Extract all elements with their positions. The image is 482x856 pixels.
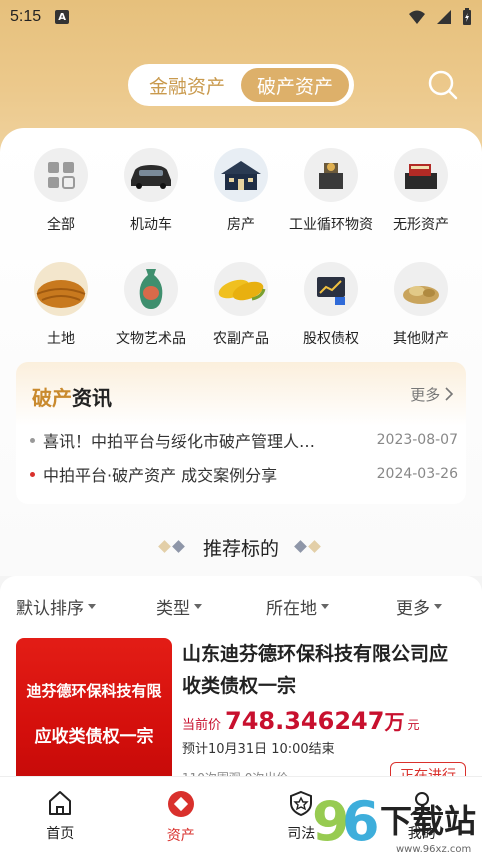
- corn-icon: [214, 262, 268, 316]
- industrial-goods-icon: [304, 148, 358, 202]
- listing-title[interactable]: 山东迪芬德环保科技有限公司应收类债权一宗: [182, 638, 452, 702]
- category-all[interactable]: 全部: [16, 148, 106, 234]
- equity-chart-icon: [304, 262, 358, 316]
- recommend-title: 推荐标的: [202, 537, 279, 560]
- caret-down-icon: [434, 604, 442, 609]
- grid-icon: [34, 148, 88, 202]
- news-item[interactable]: 中拍平台·破产资产 成交案例分享 2024-03-26: [30, 462, 458, 486]
- intangible-assets-icon: [394, 148, 448, 202]
- status-bar: 5:15 A: [0, 0, 482, 34]
- category-land[interactable]: 土地: [16, 262, 106, 348]
- caret-down-icon: [88, 604, 96, 609]
- category-artwork[interactable]: 文物艺术品: [106, 262, 196, 348]
- other-property-icon: [394, 262, 448, 316]
- asset-icon: [167, 791, 194, 817]
- site-watermark: 9 6 下载站 www.96xz.com: [312, 790, 476, 855]
- chevron-right-icon: [445, 387, 454, 401]
- listing-section: 默认排序 类型 所在地 更多 迪芬德环保科技有限 应收类债权一宗 山东迪芬德环保…: [0, 576, 482, 788]
- category-industrial[interactable]: 工业循环物资: [286, 148, 376, 234]
- filter-bar: 默认排序 类型 所在地 更多: [16, 594, 466, 619]
- asset-type-switch: 金融资产 破产资产: [128, 64, 354, 106]
- svg-text:www.96xz.com: www.96xz.com: [396, 844, 471, 855]
- category-label: 文物艺术品: [116, 331, 186, 347]
- filter-location[interactable]: 所在地: [266, 594, 396, 619]
- category-label: 房产: [227, 217, 255, 233]
- category-label: 土地: [47, 331, 75, 347]
- tab-financial-assets[interactable]: 金融资产: [133, 68, 241, 102]
- category-label: 股权债权: [303, 331, 359, 347]
- land-icon: [34, 262, 88, 316]
- diamond-decor-left-icon: [158, 540, 185, 553]
- category-other[interactable]: 其他财产: [376, 262, 466, 348]
- category-label: 全部: [47, 217, 75, 233]
- caret-down-icon: [194, 604, 202, 609]
- news-title: 破产资讯: [32, 386, 112, 410]
- house-icon: [214, 148, 268, 202]
- listing-end-time: 预计10月31日 10:00结束: [182, 742, 335, 757]
- category-label: 其他财产: [393, 331, 449, 347]
- filter-sort[interactable]: 默认排序: [16, 594, 156, 619]
- filter-more[interactable]: 更多: [396, 594, 442, 619]
- status-time: 5:15: [10, 8, 42, 25]
- vase-icon: [124, 262, 178, 316]
- listing-price: 当前价 748.346247 万 元: [182, 707, 420, 735]
- category-agricultural[interactable]: 农副产品: [196, 262, 286, 348]
- news-item[interactable]: 喜讯！中拍平台与绥化市破产管理人… 2023-08-07: [30, 428, 458, 452]
- nav-assets[interactable]: 资产: [121, 777, 242, 856]
- signal-icon: [437, 10, 451, 24]
- recommend-header: 推荐标的: [0, 532, 482, 562]
- svg-text:下载站: 下载站: [380, 802, 476, 840]
- news-panel: 破产资讯 更多 喜讯！中拍平台与绥化市破产管理人… 2023-08-07 中拍平…: [16, 362, 466, 504]
- listing-image[interactable]: 迪芬德环保科技有限 应收类债权一宗: [16, 638, 172, 788]
- nav-home[interactable]: 首页: [0, 777, 121, 856]
- car-icon: [124, 148, 178, 202]
- category-label: 工业循环物资: [289, 217, 373, 233]
- caret-down-icon: [321, 604, 329, 609]
- category-real-estate[interactable]: 房产: [196, 148, 286, 234]
- category-equity[interactable]: 股权债权: [286, 262, 376, 348]
- category-grid: 全部 机动车 房产 工业循环物资 无形资产 土地 文物艺术品 农副产品 股权债权…: [16, 148, 466, 348]
- bullet-icon: [30, 437, 35, 443]
- tab-bankruptcy-assets[interactable]: 破产资产: [241, 68, 349, 102]
- search-icon[interactable]: [426, 68, 460, 102]
- sim-icon: A: [55, 10, 70, 24]
- bullet-icon: [30, 471, 35, 477]
- battery-icon: [463, 8, 471, 25]
- home-icon: [49, 791, 72, 815]
- main-card: 全部 机动车 房产 工业循环物资 无形资产 土地 文物艺术品 农副产品 股权债权…: [0, 128, 482, 576]
- category-label: 农副产品: [213, 331, 269, 347]
- category-intangible[interactable]: 无形资产: [376, 148, 466, 234]
- wifi-icon: [409, 10, 425, 24]
- news-more-link[interactable]: 更多: [410, 384, 454, 405]
- category-label: 机动车: [130, 217, 172, 233]
- diamond-decor-right-icon: [294, 540, 321, 553]
- filter-type[interactable]: 类型: [156, 594, 266, 619]
- category-label: 无形资产: [393, 217, 449, 233]
- svg-text:6: 6: [342, 790, 380, 853]
- category-vehicle[interactable]: 机动车: [106, 148, 196, 234]
